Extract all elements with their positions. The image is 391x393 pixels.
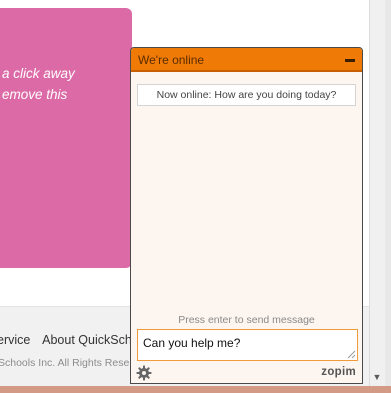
promo-line: a click away (2, 66, 75, 81)
promo-banner: a click away emove this (0, 8, 132, 268)
scroll-down-arrow-icon[interactable]: ▼ (369, 369, 385, 385)
promo-line: emove this (2, 87, 68, 102)
brand-name: zopim (321, 366, 356, 378)
chat-widget: We're online Now online: How are you doi… (130, 47, 363, 384)
chat-title: We're online (138, 53, 205, 67)
status-message: Now online: How are you doing today? (137, 84, 356, 106)
brand-logo[interactable]: zopim (321, 366, 356, 378)
gear-icon[interactable] (136, 365, 152, 381)
window-bottom-border (0, 386, 391, 393)
message-input[interactable] (137, 329, 358, 361)
input-hint: Press enter to send message (178, 314, 315, 326)
page-scrollbar[interactable] (369, 0, 385, 386)
footer-link-service[interactable]: ervice (0, 333, 30, 347)
promo-text: a click away emove this (2, 63, 75, 105)
footer-links: ervice About QuickSch (0, 333, 141, 347)
footer-link-about[interactable]: About QuickSch (42, 333, 132, 347)
chat-header[interactable]: We're online (131, 48, 362, 72)
window-edge (385, 0, 391, 393)
minimize-icon[interactable] (344, 53, 356, 65)
footer-copyright: Schools Inc. All Rights Rese (0, 357, 130, 369)
